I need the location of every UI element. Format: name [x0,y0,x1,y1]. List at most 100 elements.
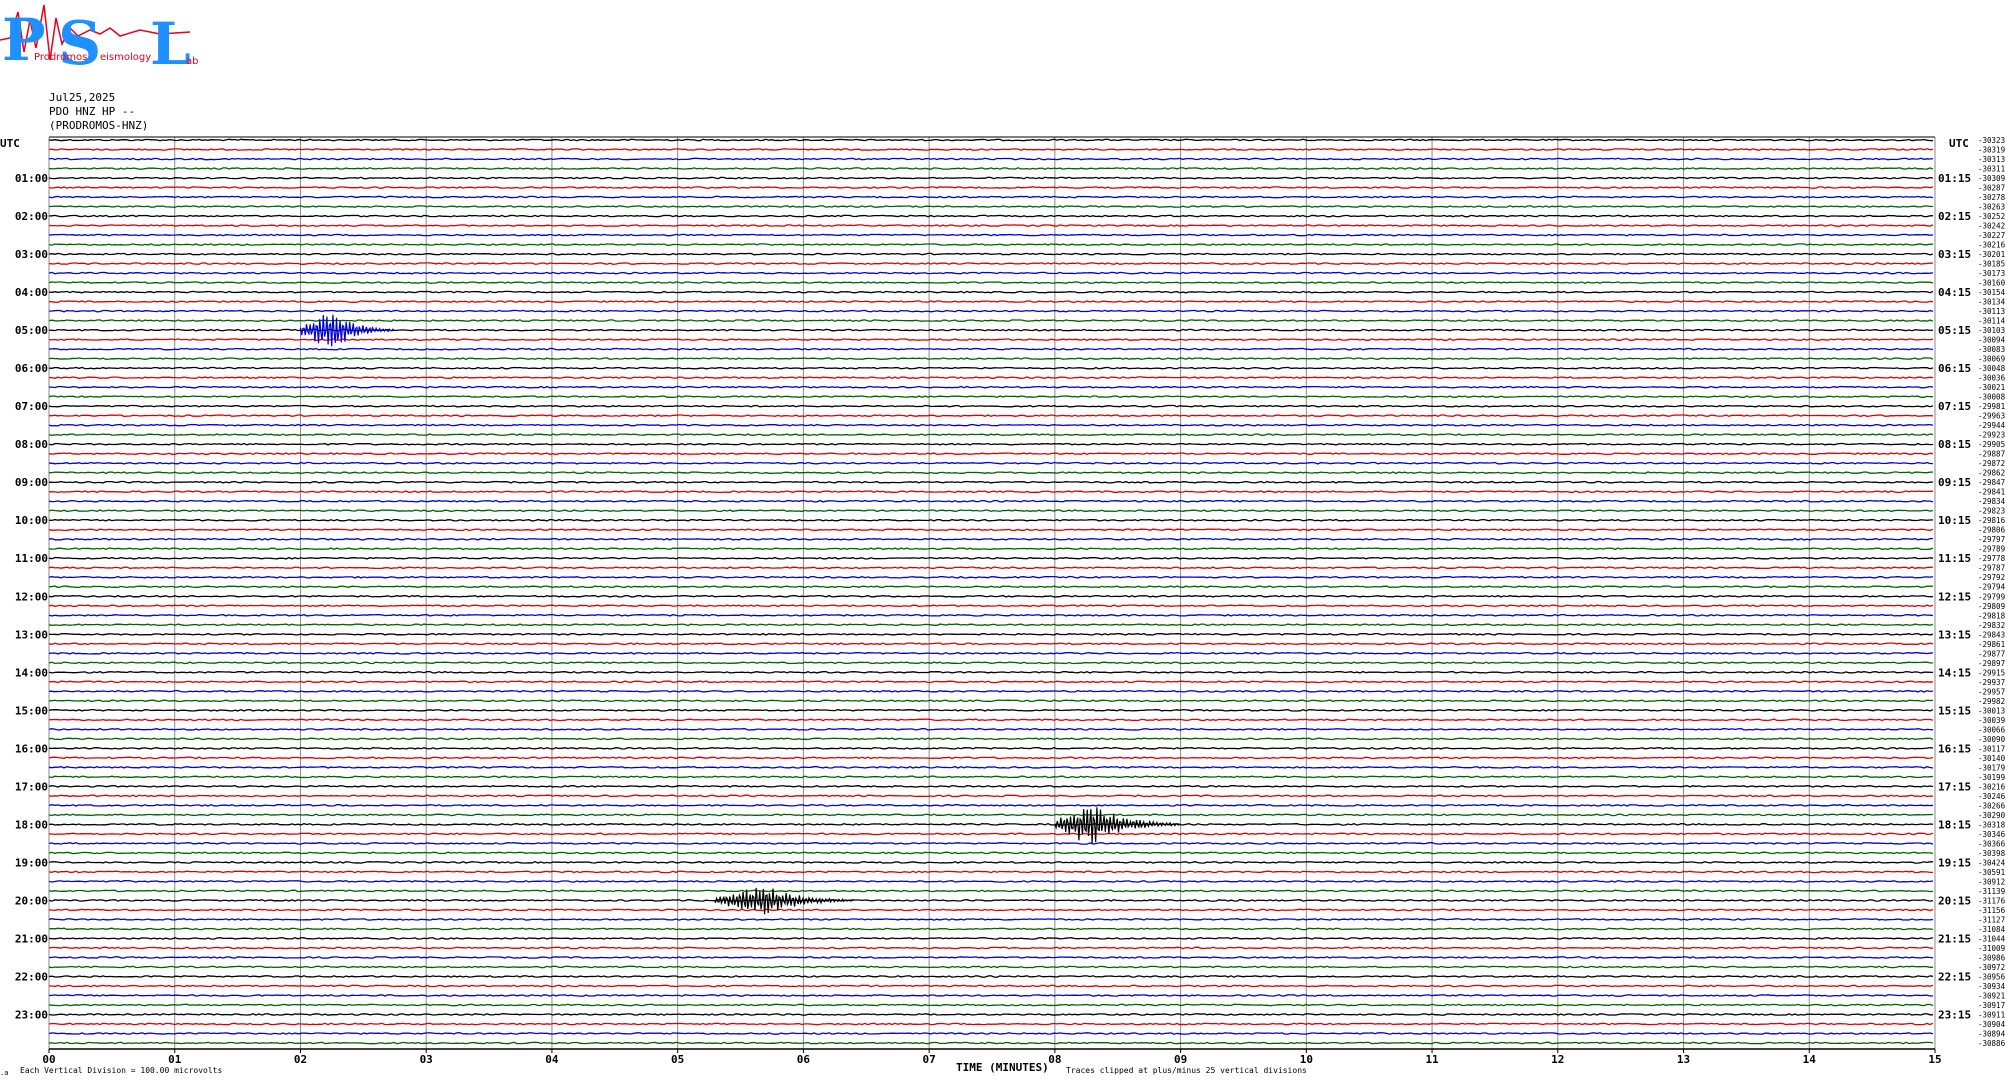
right-hour-label: 09:15 [1938,476,1971,489]
left-hour-label: 23:00 [15,1008,48,1021]
trace-row [48,300,1934,303]
trace-row [49,414,1934,418]
row-offset-label: -30179 [1978,763,2005,772]
trace-row [48,214,1934,218]
trace-row [48,927,1934,931]
row-offset-label: -30113 [1978,307,2005,316]
row-offset-label: -30311 [1978,165,2005,174]
trace-row [48,585,1934,589]
right-hour-label: 19:15 [1938,856,1971,869]
left-hour-label: 04:00 [15,286,48,299]
trace-row [48,994,1934,997]
row-offset-label: -30911 [1978,1010,2005,1019]
helicorder-plot: 01:00 02:00 03:00 04:00 05:00 06:00 07:00 08:00… [0,136,2006,1077]
row-offset-label: -31009 [1978,944,2005,953]
row-offset-label: -29847 [1978,478,2005,487]
row-offset-label: -30266 [1978,801,2006,810]
right-hour-label: 05:15 [1938,324,1971,337]
clip-note: Traces clipped at plus/minus 25 vertical… [1066,1066,1307,1075]
row-offset-label: -29818 [1978,611,2006,620]
trace-row [48,604,1934,608]
row-offset-label: -30039 [1978,716,2005,725]
row-offset-label: -30894 [1978,1029,2006,1038]
row-offset-label: -29963 [1978,412,2005,421]
trace-row [48,186,1934,189]
trace-row [48,651,1934,655]
row-offset-label: -29794 [1978,583,2006,592]
row-offset-label: -30986 [1978,953,2006,962]
left-hour-label: 06:00 [15,362,48,375]
row-offset-label: -30199 [1978,773,2005,782]
row-offset-label: -31044 [1978,934,2006,943]
row-offset-label: -30366 [1978,839,2006,848]
row-offset-label: -30972 [1978,963,2005,972]
row-offset-label: -30227 [1978,231,2005,240]
trace-row [48,623,1934,627]
trace-row [48,842,1934,845]
row-offset-label: -30036 [1978,374,2006,383]
trace-row [49,461,1934,465]
row-offset-label: -30287 [1978,184,2005,193]
row-offset-label: -31139 [1978,887,2005,896]
trace-row [49,689,1934,693]
trace-row [48,357,1934,361]
x-tick-label: 01 [168,1053,182,1066]
trace-row [48,347,1934,351]
trace-row [49,956,1934,959]
row-offset-label: -29806 [1978,526,2006,535]
trace-row [48,756,1934,760]
trace-row [48,1022,1934,1026]
left-hour-label: 12:00 [15,590,48,603]
right-hour-label: 23:15 [1938,1008,1971,1021]
seismic-event [299,314,395,347]
right-hour-label: 14:15 [1938,666,1971,679]
x-axis-title: TIME (MINUTES) [956,1061,1049,1074]
x-tick-label: 02 [294,1053,307,1066]
trace-row [48,205,1934,208]
right-hour-label: 11:15 [1938,552,1971,565]
row-offset-label: -30021 [1978,383,2005,392]
left-hour-label: 14:00 [15,666,48,679]
trace-row [48,794,1934,798]
row-offset-label: -30185 [1978,260,2005,269]
row-offset-label: -30424 [1978,858,2006,867]
row-offset-label: -29915 [1978,668,2005,677]
row-offset-label: -29843 [1978,630,2005,639]
trace-row [48,737,1934,741]
x-tick-label: 07 [923,1053,936,1066]
trace-row [48,699,1934,703]
row-offset-label: -30216 [1978,241,2006,250]
row-offset-label: -30956 [1978,972,2006,981]
left-utc-label: UTC [0,137,20,150]
row-offset-label: -29823 [1978,507,2005,516]
right-hour-label: 17:15 [1938,780,1971,793]
left-hour-label: 05:00 [15,324,48,337]
left-hour-label: 18:00 [15,818,48,831]
trace-row [48,1013,1933,1016]
trace-row [48,423,1934,427]
trace-row [48,851,1934,855]
trace-row [48,813,1934,817]
x-tick-label: 08 [1048,1053,1061,1066]
x-tick-label: 09 [1174,1053,1187,1066]
row-offset-label: -30216 [1978,782,2006,791]
trace-row [48,775,1934,779]
row-offset-label: -29797 [1978,535,2005,544]
row-offset-label: -31176 [1978,896,2006,905]
row-offset-label: -30114 [1978,317,2006,326]
row-offset-label: -30263 [1978,203,2005,212]
trace-row [48,670,1934,674]
row-offset-label: -30066 [1978,725,2006,734]
row-offset-label: -29816 [1978,516,2006,525]
row-offset-label: -30346 [1978,830,2006,839]
row-offset-label: -29887 [1978,450,2005,459]
trace-row [48,879,1934,883]
row-offset-label: -30173 [1978,269,2005,278]
row-offset-label: -30134 [1978,298,2006,307]
row-offset-label: -30117 [1978,744,2005,753]
trace-row [48,442,1934,446]
row-offset-label: -29982 [1978,697,2005,706]
axis-labels: 01:00 02:00 03:00 04:00 05:00 06:00 07:00 08:00… [15,136,2006,1066]
trace-row [48,642,1934,646]
right-hour-label: 02:15 [1938,210,1971,223]
